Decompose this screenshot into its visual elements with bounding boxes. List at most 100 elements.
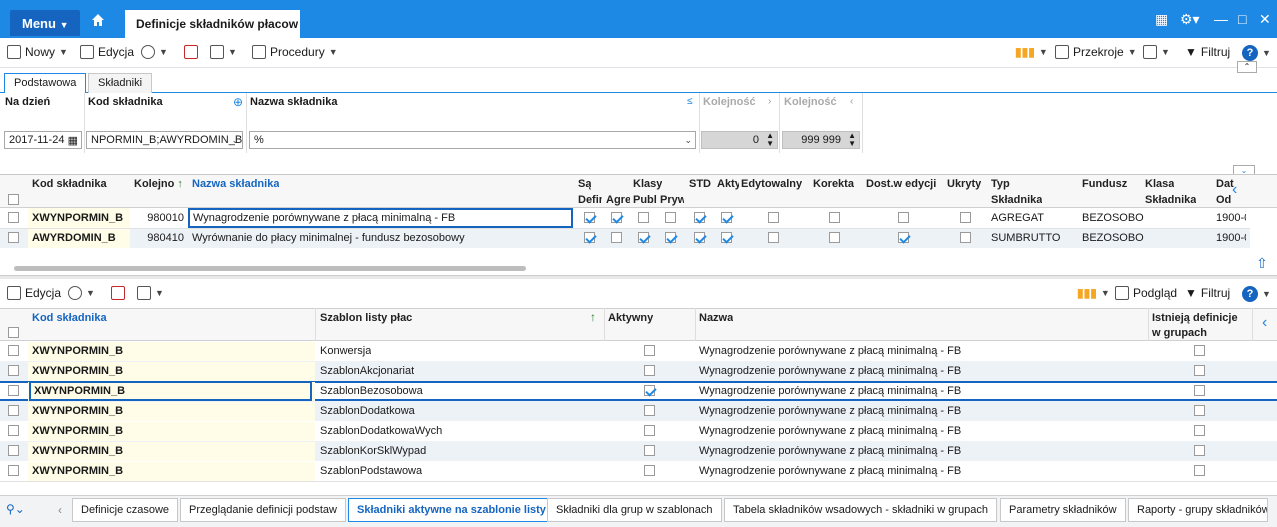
row-flag[interactable]	[584, 232, 595, 243]
filter-button[interactable]: ▼ Filtruj	[1185, 45, 1230, 59]
filter-button[interactable]: ▼ Filtruj	[1185, 286, 1230, 300]
row-flag[interactable]	[721, 232, 732, 243]
row-flag[interactable]	[584, 212, 595, 223]
row-checkbox[interactable]	[8, 232, 19, 243]
row-typ[interactable]: AGREGAT	[991, 208, 1044, 228]
order-to-field[interactable]: 999 999 ▲ ▼	[782, 131, 860, 149]
row-exists-checkbox[interactable]	[1194, 405, 1205, 416]
search-button[interactable]: ▼	[68, 286, 95, 300]
row-flag[interactable]	[721, 212, 732, 223]
row-code[interactable]: XWYNPORMIN_B	[32, 441, 123, 461]
row-flag[interactable]	[898, 232, 909, 243]
row-template[interactable]: Konwersja	[320, 341, 371, 361]
row-name[interactable]: Wynagrodzenie porównywane z płacą minima…	[699, 341, 961, 361]
col-edyt[interactable]: Edytowalny	[741, 177, 802, 191]
col-pryw[interactable]: Prywa	[660, 193, 684, 207]
row-flag[interactable]	[611, 232, 622, 243]
help-button[interactable]: ? ▼	[1242, 45, 1271, 61]
row-flag[interactable]	[768, 212, 779, 223]
row-name[interactable]: Wynagrodzenie porównywane z płacą minima…	[699, 361, 961, 381]
row-checkbox[interactable]	[8, 425, 19, 436]
row-template[interactable]: SzablonDodatkowa	[320, 401, 415, 421]
row-flag[interactable]	[665, 212, 676, 223]
row-template[interactable]: SzablonDodatkowaWych	[320, 421, 442, 441]
row-name[interactable]: Wynagrodzenie porównywane z płacą minima…	[699, 461, 961, 481]
col-active[interactable]: Aktywny	[608, 311, 653, 325]
minimize-icon[interactable]: —	[1214, 11, 1228, 27]
col-kor[interactable]: Korekta	[813, 177, 854, 191]
col-dost[interactable]: Dost.w edycji	[866, 177, 936, 191]
row-active-checkbox[interactable]	[644, 425, 655, 436]
row-exists-checkbox[interactable]	[1194, 445, 1205, 456]
row-flag[interactable]	[638, 232, 649, 243]
row-active-checkbox[interactable]	[644, 365, 655, 376]
row-flag[interactable]	[829, 212, 840, 223]
row-code[interactable]: XWYNPORMIN_B	[32, 421, 123, 441]
preview-button[interactable]: Podgląd	[1115, 286, 1177, 300]
row-order[interactable]: 980010	[130, 208, 184, 228]
tab-tabela-skladnikow[interactable]: Tabela składników wsadowych - składniki …	[724, 498, 997, 522]
tab-skladniki-aktywne[interactable]: Składniki aktywne na szablonie listy	[348, 498, 555, 522]
tab-skladniki[interactable]: Składniki	[88, 73, 153, 93]
row-flag[interactable]	[898, 212, 909, 223]
col-std[interactable]: STD	[689, 177, 711, 191]
row-active-checkbox[interactable]	[644, 465, 655, 476]
col-order[interactable]: Kolejno ↑	[134, 177, 183, 191]
tab-przegladanie[interactable]: Przeglądanie definicji podstaw	[180, 498, 346, 522]
search-button[interactable]: ▼	[141, 45, 168, 59]
row-checkbox[interactable]	[8, 465, 19, 476]
col-name[interactable]: Nazwa składnika	[192, 177, 279, 191]
row-flag[interactable]	[611, 212, 622, 223]
tabs-scroll-left-icon[interactable]: ‹	[58, 503, 62, 517]
col-agr[interactable]: Agre	[606, 193, 630, 207]
help-button[interactable]: ? ▼	[1242, 286, 1271, 302]
col-akt[interactable]: Akty	[717, 177, 739, 191]
row-name[interactable]: Wynagrodzenie porównywane z płacą minima…	[699, 381, 961, 401]
scrollbar-thumb[interactable]	[14, 266, 526, 271]
row-exists-checkbox[interactable]	[1194, 465, 1205, 476]
row-active-checkbox[interactable]	[644, 405, 655, 416]
chart-button[interactable]: ▮▮▮ ▼	[1015, 45, 1048, 59]
scroll-left-icon[interactable]: ‹	[1262, 314, 1267, 332]
tab-parametry[interactable]: Parametry składników	[1000, 498, 1126, 522]
scroll-left-icon[interactable]: ‹	[1232, 181, 1237, 199]
gear-icon[interactable]: ⚙▾	[1180, 11, 1200, 28]
collapse-up-icon[interactable]: ⌃	[1237, 61, 1257, 73]
col-exists[interactable]: Istnieją definicje	[1152, 311, 1238, 325]
row-name[interactable]: Wynagrodzenie porównywane z płacą minima…	[699, 421, 961, 441]
row-checkbox[interactable]	[8, 365, 19, 376]
row-code[interactable]: XWYNPORMIN_B	[29, 381, 312, 401]
search-menu-icon[interactable]: ⚲⌄	[6, 502, 25, 516]
row-fund[interactable]: BEZOSOBO	[1082, 228, 1144, 248]
tab-podstawowa[interactable]: Podstawowa	[4, 73, 87, 94]
col-ukr[interactable]: Ukryty	[947, 177, 981, 191]
row-code[interactable]: XWYNPORMIN_B	[32, 341, 123, 361]
tab-raporty[interactable]: Raporty - grupy składników	[1128, 498, 1268, 522]
delete-button[interactable]	[111, 286, 125, 300]
col-code[interactable]: Kod składnika	[32, 311, 107, 325]
menu-button[interactable]: Menu ▼	[10, 10, 80, 36]
code-field[interactable]: NPORMIN_B;AWYRDOMIN_B ⌄	[86, 131, 243, 149]
col-name[interactable]: Nazwa	[699, 311, 733, 325]
col-def[interactable]: Defin	[578, 193, 602, 207]
chart-button[interactable]: ▮▮▮ ▼	[1077, 286, 1110, 300]
edit-button[interactable]: Edycja	[7, 286, 61, 300]
name-field[interactable]: % ⌄	[249, 131, 696, 149]
row-checkbox[interactable]	[8, 385, 19, 396]
select-all-checkbox[interactable]	[8, 194, 19, 205]
row-flag[interactable]	[960, 232, 971, 243]
spinner-icon[interactable]: ▲ ▼	[848, 132, 856, 148]
print-button[interactable]: ▼	[137, 286, 164, 300]
row-flag[interactable]	[665, 232, 676, 243]
row-template[interactable]: SzablonBezosobowa	[320, 381, 423, 401]
settings-button[interactable]: ▼	[1143, 45, 1170, 59]
maximize-icon[interactable]: □	[1238, 11, 1246, 27]
order-from-field[interactable]: 0 ▲ ▼	[701, 131, 778, 149]
row-name[interactable]: Wynagrodzenie porównywane z płacą minima…	[699, 441, 961, 461]
col-klasa[interactable]: Klasa	[1145, 177, 1174, 191]
row-active-checkbox[interactable]	[644, 385, 655, 396]
select-all-checkbox[interactable]	[8, 327, 19, 338]
row-code[interactable]: XWYNPORMIN_B	[32, 361, 123, 381]
row-code[interactable]: XWYNPORMIN_B	[32, 208, 123, 228]
row-name[interactable]: Wynagrodzenie porównywane z płacą minima…	[699, 401, 961, 421]
